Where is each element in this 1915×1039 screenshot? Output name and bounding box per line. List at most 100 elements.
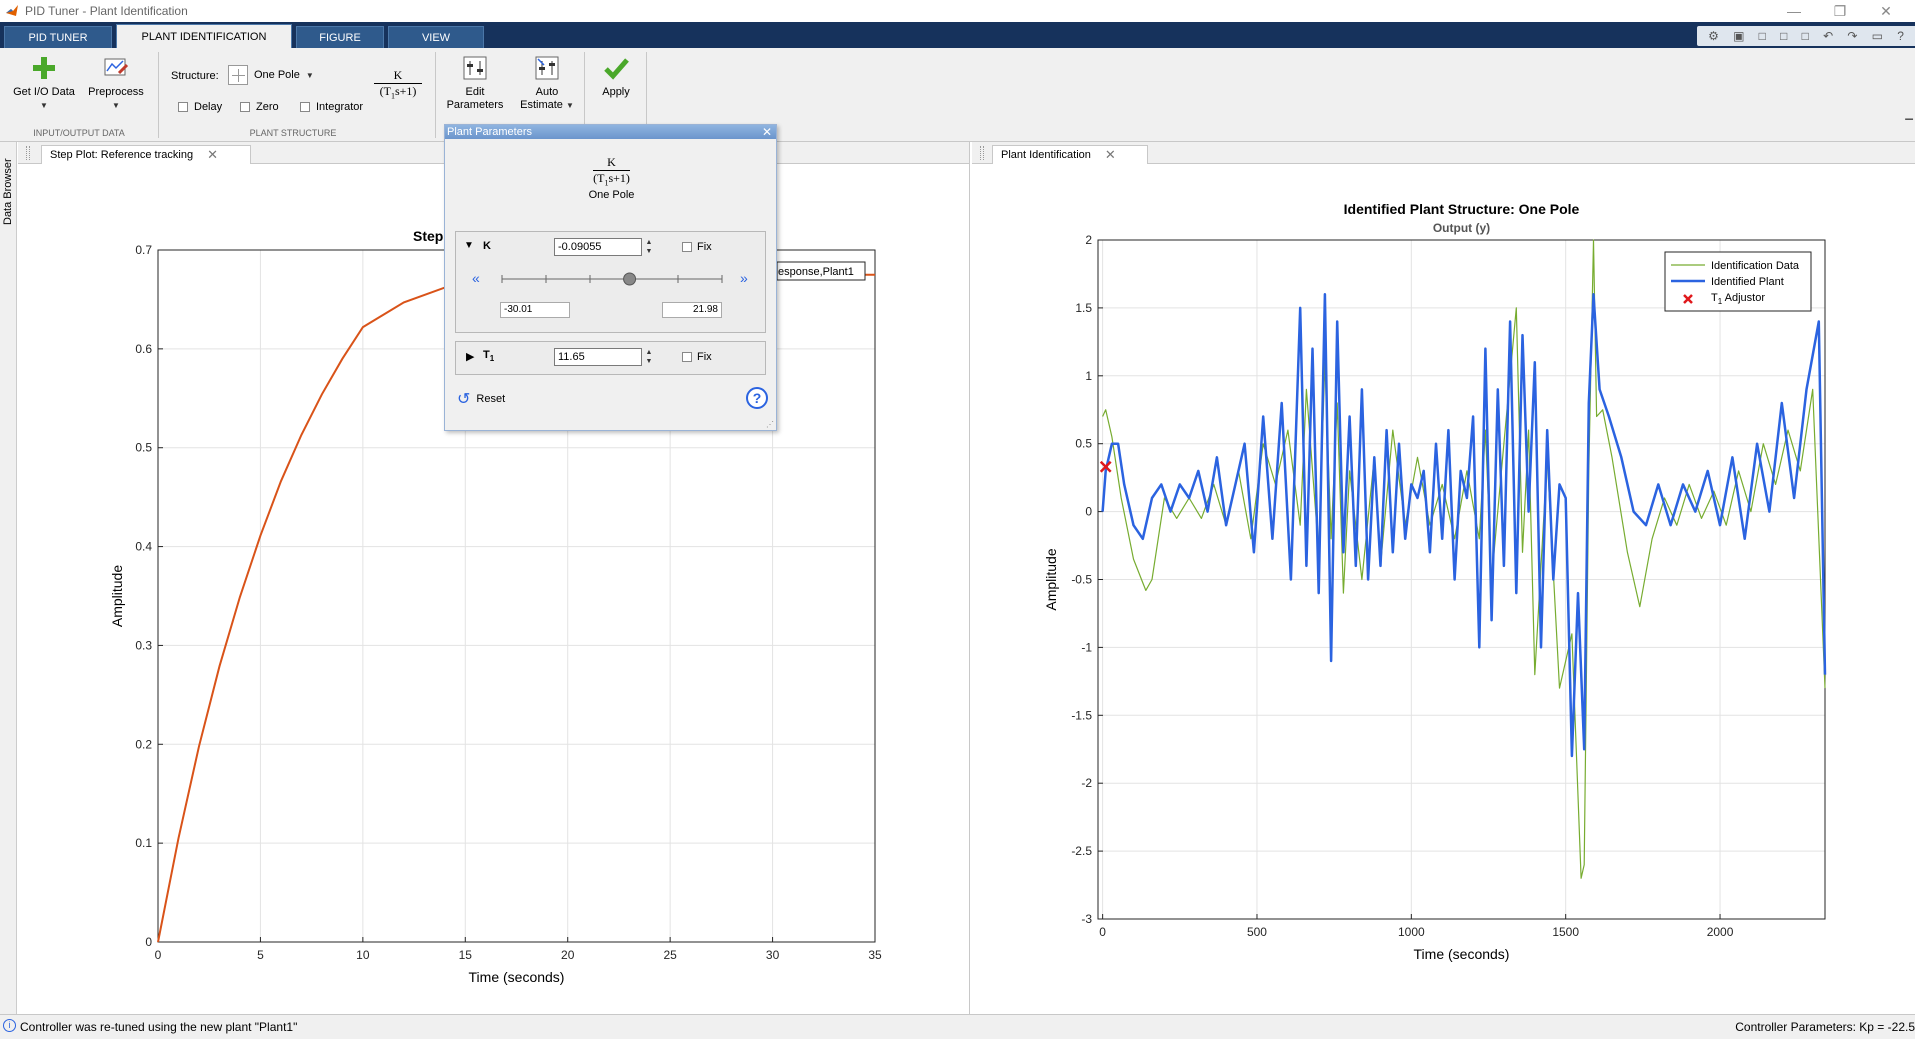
tab-plant-identification-doc[interactable]: Plant Identification ✕ [992,145,1148,164]
k-label: K [483,240,491,252]
increase-range-icon[interactable]: » [740,270,748,286]
preprocess-button[interactable]: Preprocess ▼ [84,54,148,112]
tab-plant-identification[interactable]: PLANT IDENTIFICATION [116,24,292,48]
ribbon-toolbar: Get I/O Data ▼ Preprocess ▼ Structure: O… [0,48,1915,142]
paste-icon[interactable]: □ [1802,29,1809,43]
redo-icon[interactable]: ↷ [1847,29,1857,43]
x-tick-label: 20 [561,948,575,962]
formula-denominator: (T1s+1) [593,171,630,188]
k-spinner[interactable]: ▲ ▼ [643,238,655,256]
slider-max-input[interactable]: 21.98 [662,302,722,318]
status-bar: i Controller was re-tuned using the new … [0,1014,1915,1039]
data-browser-label: Data Browser [2,158,14,225]
integrator-checkbox[interactable]: Integrator [300,101,363,113]
dialog-title: Plant Parameters [447,126,532,138]
checkbox-box[interactable] [682,352,692,362]
chart-subtitle: Output (y) [1433,221,1490,235]
close-icon[interactable]: ✕ [762,125,772,139]
close-icon[interactable]: ✕ [1105,147,1116,163]
data-browser-strip[interactable]: Data Browser [0,142,17,1014]
plant-identification-chart[interactable]: 0 500 1000 1500 2000 -3 -2.5 -2 -1.5 -1 -0.5 0 0.5 1 1… [972,164,1915,1014]
delay-checkbox[interactable]: Delay [178,101,222,113]
chart-title: Identified Plant Structure: One Pole [1344,201,1580,217]
section-divider [158,52,159,138]
resize-grip-icon[interactable]: ⋰ [766,420,774,429]
edit-parameters-icon [461,54,489,82]
drag-grip-icon[interactable] [26,146,30,160]
matlab-logo-icon [6,5,18,16]
drag-grip-icon[interactable] [980,146,984,160]
plant-id-tabbar: Plant Identification ✕ [972,142,1915,164]
t1-fix-checkbox[interactable]: Fix [682,351,712,363]
checkbox-box[interactable] [300,102,310,112]
cut-icon[interactable]: □ [1759,29,1766,43]
y-tick-label: 0.3 [135,638,152,652]
auto-label-2: Estimate ▼ [520,99,574,111]
apply-button[interactable]: Apply [592,54,640,99]
t1-spinner[interactable]: ▲ ▼ [643,348,655,366]
info-icon: i [3,1019,16,1032]
tab-view[interactable]: VIEW [388,26,484,48]
help-icon[interactable]: ? [746,387,768,409]
structure-icon [228,65,248,85]
legend-entry: Identification Data [1711,260,1800,272]
reset-button[interactable]: ↺ Reset [457,389,505,409]
legend-entry: esponse,Plant1 [778,266,854,278]
t1-value-input[interactable]: 11.65 [554,348,642,366]
get-io-data-label: Get I/O Data [13,86,75,98]
k-slider[interactable] [496,270,728,288]
tab-step-plot[interactable]: Step Plot: Reference tracking ✕ [41,145,251,164]
undo-icon[interactable]: ↶ [1823,29,1833,43]
y-tick-label: 0.5 [1075,437,1092,451]
checkbox-box[interactable] [178,102,188,112]
controller-parameters: Controller Parameters: Kp = -22.5 [1735,1020,1915,1034]
help-icon[interactable]: ? [1897,29,1904,43]
edit-label-1: Edit [465,86,485,98]
close-window-button[interactable]: ✕ [1863,0,1909,22]
t1-parameter-box: ▶ T1 11.65 ▲ ▼ Fix [455,341,766,375]
y-tick-label: 0.4 [135,540,152,554]
checkbox-box[interactable] [240,102,250,112]
save-icon[interactable]: ▣ [1733,29,1744,43]
k-value-input[interactable]: -0.09055 [554,238,642,256]
tab-figure[interactable]: FIGURE [296,26,384,48]
plant-identification-panel: Plant Identification ✕ 0 500 1000 1500 2000 -… [972,142,1915,1014]
y-tick-label: -3 [1081,912,1092,926]
minimize-button[interactable]: — [1771,0,1817,22]
title-bar: PID Tuner - Plant Identification — ❐ ✕ [0,0,1915,22]
structure-dropdown[interactable]: One Pole ▼ [228,64,316,86]
auto-label-1: Auto [535,86,559,98]
t1-label: T1 [483,349,495,364]
tab-step-plot-label: Step Plot: Reference tracking [50,149,194,161]
preprocess-icon [102,54,130,82]
decrease-range-icon[interactable]: « [472,270,480,286]
tab-pid-tuner[interactable]: PID TUNER [4,26,112,48]
x-tick-label: 35 [868,948,882,962]
slider-min-input[interactable]: -30.01 [500,302,570,318]
edit-parameters-button[interactable]: Edit Parameters [444,54,506,112]
section-label-io: INPUT/OUTPUT DATA [33,128,125,138]
close-icon[interactable]: ✕ [207,147,218,163]
copy-icon[interactable]: □ [1780,29,1787,43]
settings-icon[interactable]: ⚙ [1708,29,1719,43]
x-tick-label: 0 [1099,925,1106,939]
k-fix-checkbox[interactable]: Fix [682,241,712,253]
ribbon-tab-strip: PID TUNER PLANT IDENTIFICATION FIGURE VI… [0,22,1915,48]
expand-triangle-icon[interactable]: ▶ [466,350,474,363]
dock-icon[interactable]: ▭ [1872,29,1883,43]
x-tick-label: 5 [257,948,264,962]
dialog-header[interactable]: Plant Parameters ✕ [445,125,776,139]
y-tick-label: -2.5 [1071,844,1092,858]
dialog-formula: K (T1s+1) One Pole [445,155,778,201]
checkbox-box[interactable] [682,242,692,252]
checkmark-icon [602,54,630,82]
formula-denominator: (T1s+1) [379,84,417,101]
auto-estimate-button[interactable]: Auto Estimate ▼ [516,54,578,112]
plant-parameters-dialog[interactable]: Plant Parameters ✕ K (T1s+1) One Pole ▼ … [444,124,777,431]
collapse-triangle-icon[interactable]: ▼ [464,240,474,251]
zero-checkbox[interactable]: Zero [240,101,279,113]
collapse-ribbon-icon[interactable]: ▔ [1905,120,1913,131]
restore-button[interactable]: ❐ [1817,0,1863,22]
get-io-data-button[interactable]: Get I/O Data ▼ [12,54,76,112]
y-tick-label: 0 [1085,505,1092,519]
